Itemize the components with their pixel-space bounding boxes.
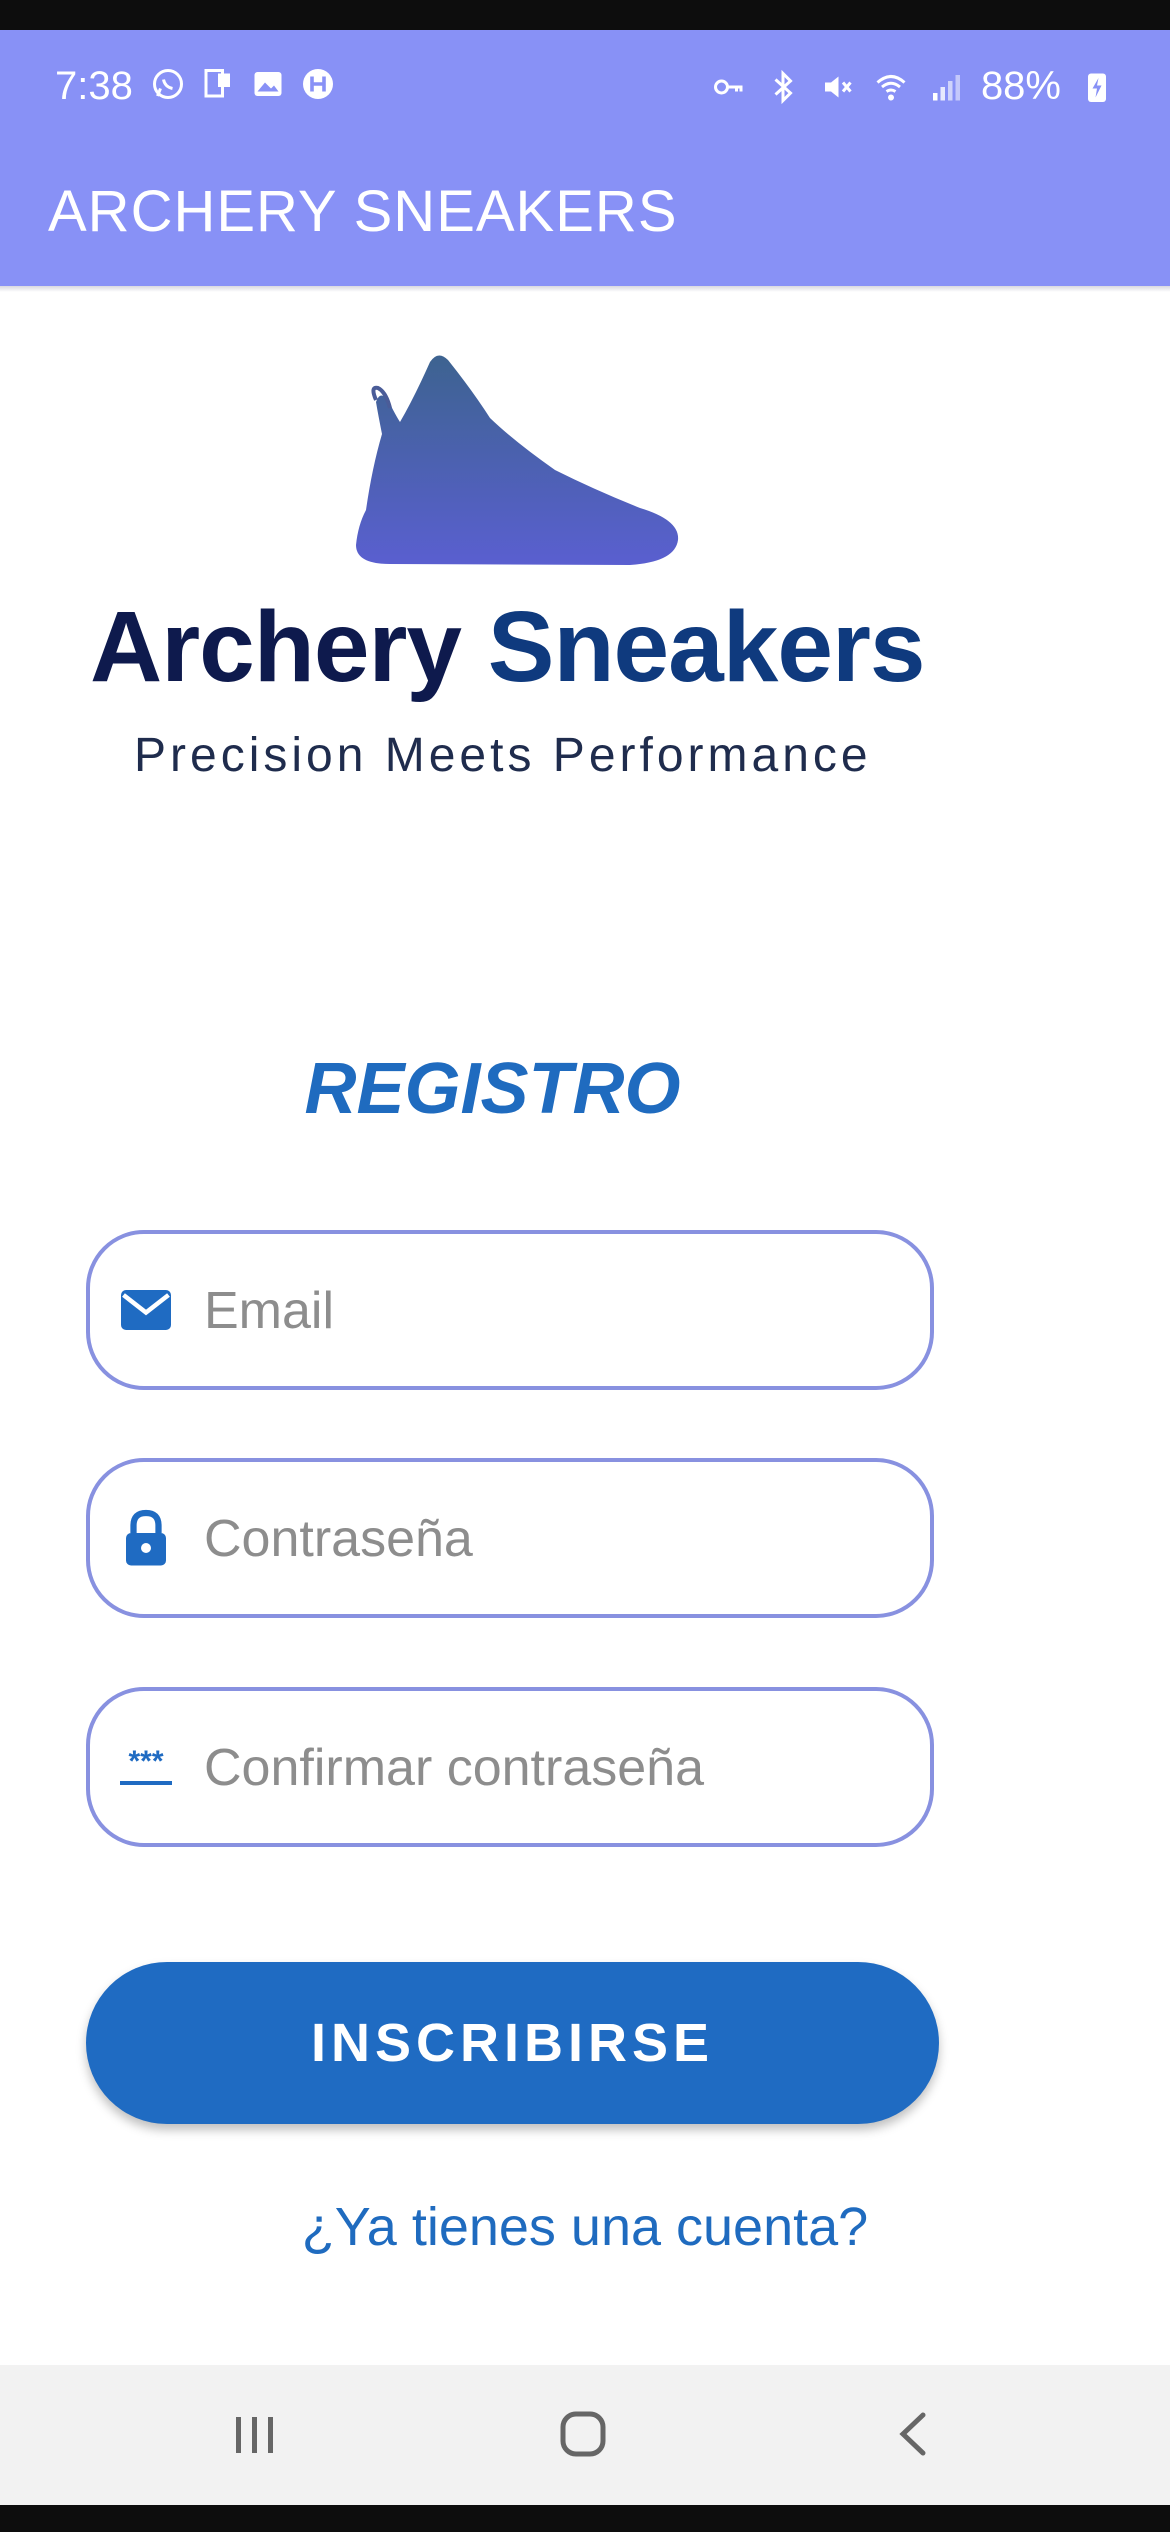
- password-dots-icon: ***: [120, 1745, 172, 1785]
- confirm-password-input[interactable]: [202, 1691, 906, 1845]
- register-title: REGISTRO: [304, 1049, 681, 1129]
- app-bar: ARCHERY SNEAKERS: [0, 148, 1170, 286]
- signal-icon: [932, 74, 960, 100]
- login-link-text[interactable]: ¿Ya tienes una cuenta?: [302, 2197, 868, 2257]
- back-icon[interactable]: [893, 2409, 933, 2459]
- wifi-icon: [876, 74, 906, 100]
- status-right: 88%: [711, 64, 1115, 109]
- bluetooth-icon: [774, 69, 793, 104]
- bottom-screen-edge: [0, 2505, 1170, 2532]
- email-field[interactable]: [86, 1230, 934, 1390]
- app-bar-shadow: [0, 286, 1170, 292]
- brand-name: Archery Sneakers: [90, 590, 950, 705]
- navigation-bar: [0, 2365, 1170, 2505]
- password-field[interactable]: [86, 1458, 934, 1618]
- brand-name-second: Sneakers: [487, 591, 926, 703]
- lock-icon: [126, 1509, 166, 1566]
- password-input[interactable]: [202, 1462, 906, 1616]
- status-bar: 7:38 88%: [0, 30, 1170, 148]
- whatsapp-icon: [153, 69, 183, 99]
- battery-icon: [1088, 73, 1106, 102]
- register-button[interactable]: INSCRIBIRSE: [86, 1962, 939, 2124]
- image-icon: [254, 72, 282, 96]
- password-dots-text: ***: [128, 1745, 163, 1778]
- status-time: 7:38: [55, 64, 133, 108]
- app-title: ARCHERY SNEAKERS: [48, 179, 678, 244]
- status-left-icons: [150, 66, 336, 102]
- email-icon: [121, 1290, 171, 1330]
- brand-name-first: Archery: [90, 591, 488, 703]
- battery-percent: 88%: [980, 64, 1061, 108]
- home-icon[interactable]: [558, 2409, 608, 2459]
- top-screen-edge: [0, 0, 1170, 30]
- login-link[interactable]: ¿Ya tienes una cuenta?: [0, 2196, 1170, 2258]
- mute-icon: [824, 76, 852, 97]
- app-icon: [303, 69, 333, 99]
- confirm-password-field[interactable]: ***: [86, 1687, 934, 1847]
- notification-icon: [204, 69, 230, 98]
- email-input[interactable]: [202, 1234, 906, 1388]
- recent-apps-icon[interactable]: [232, 2413, 278, 2457]
- key-icon: [713, 79, 743, 94]
- brand-tagline: Precision Meets Performance: [134, 729, 872, 782]
- sneaker-logo-icon: [356, 355, 679, 565]
